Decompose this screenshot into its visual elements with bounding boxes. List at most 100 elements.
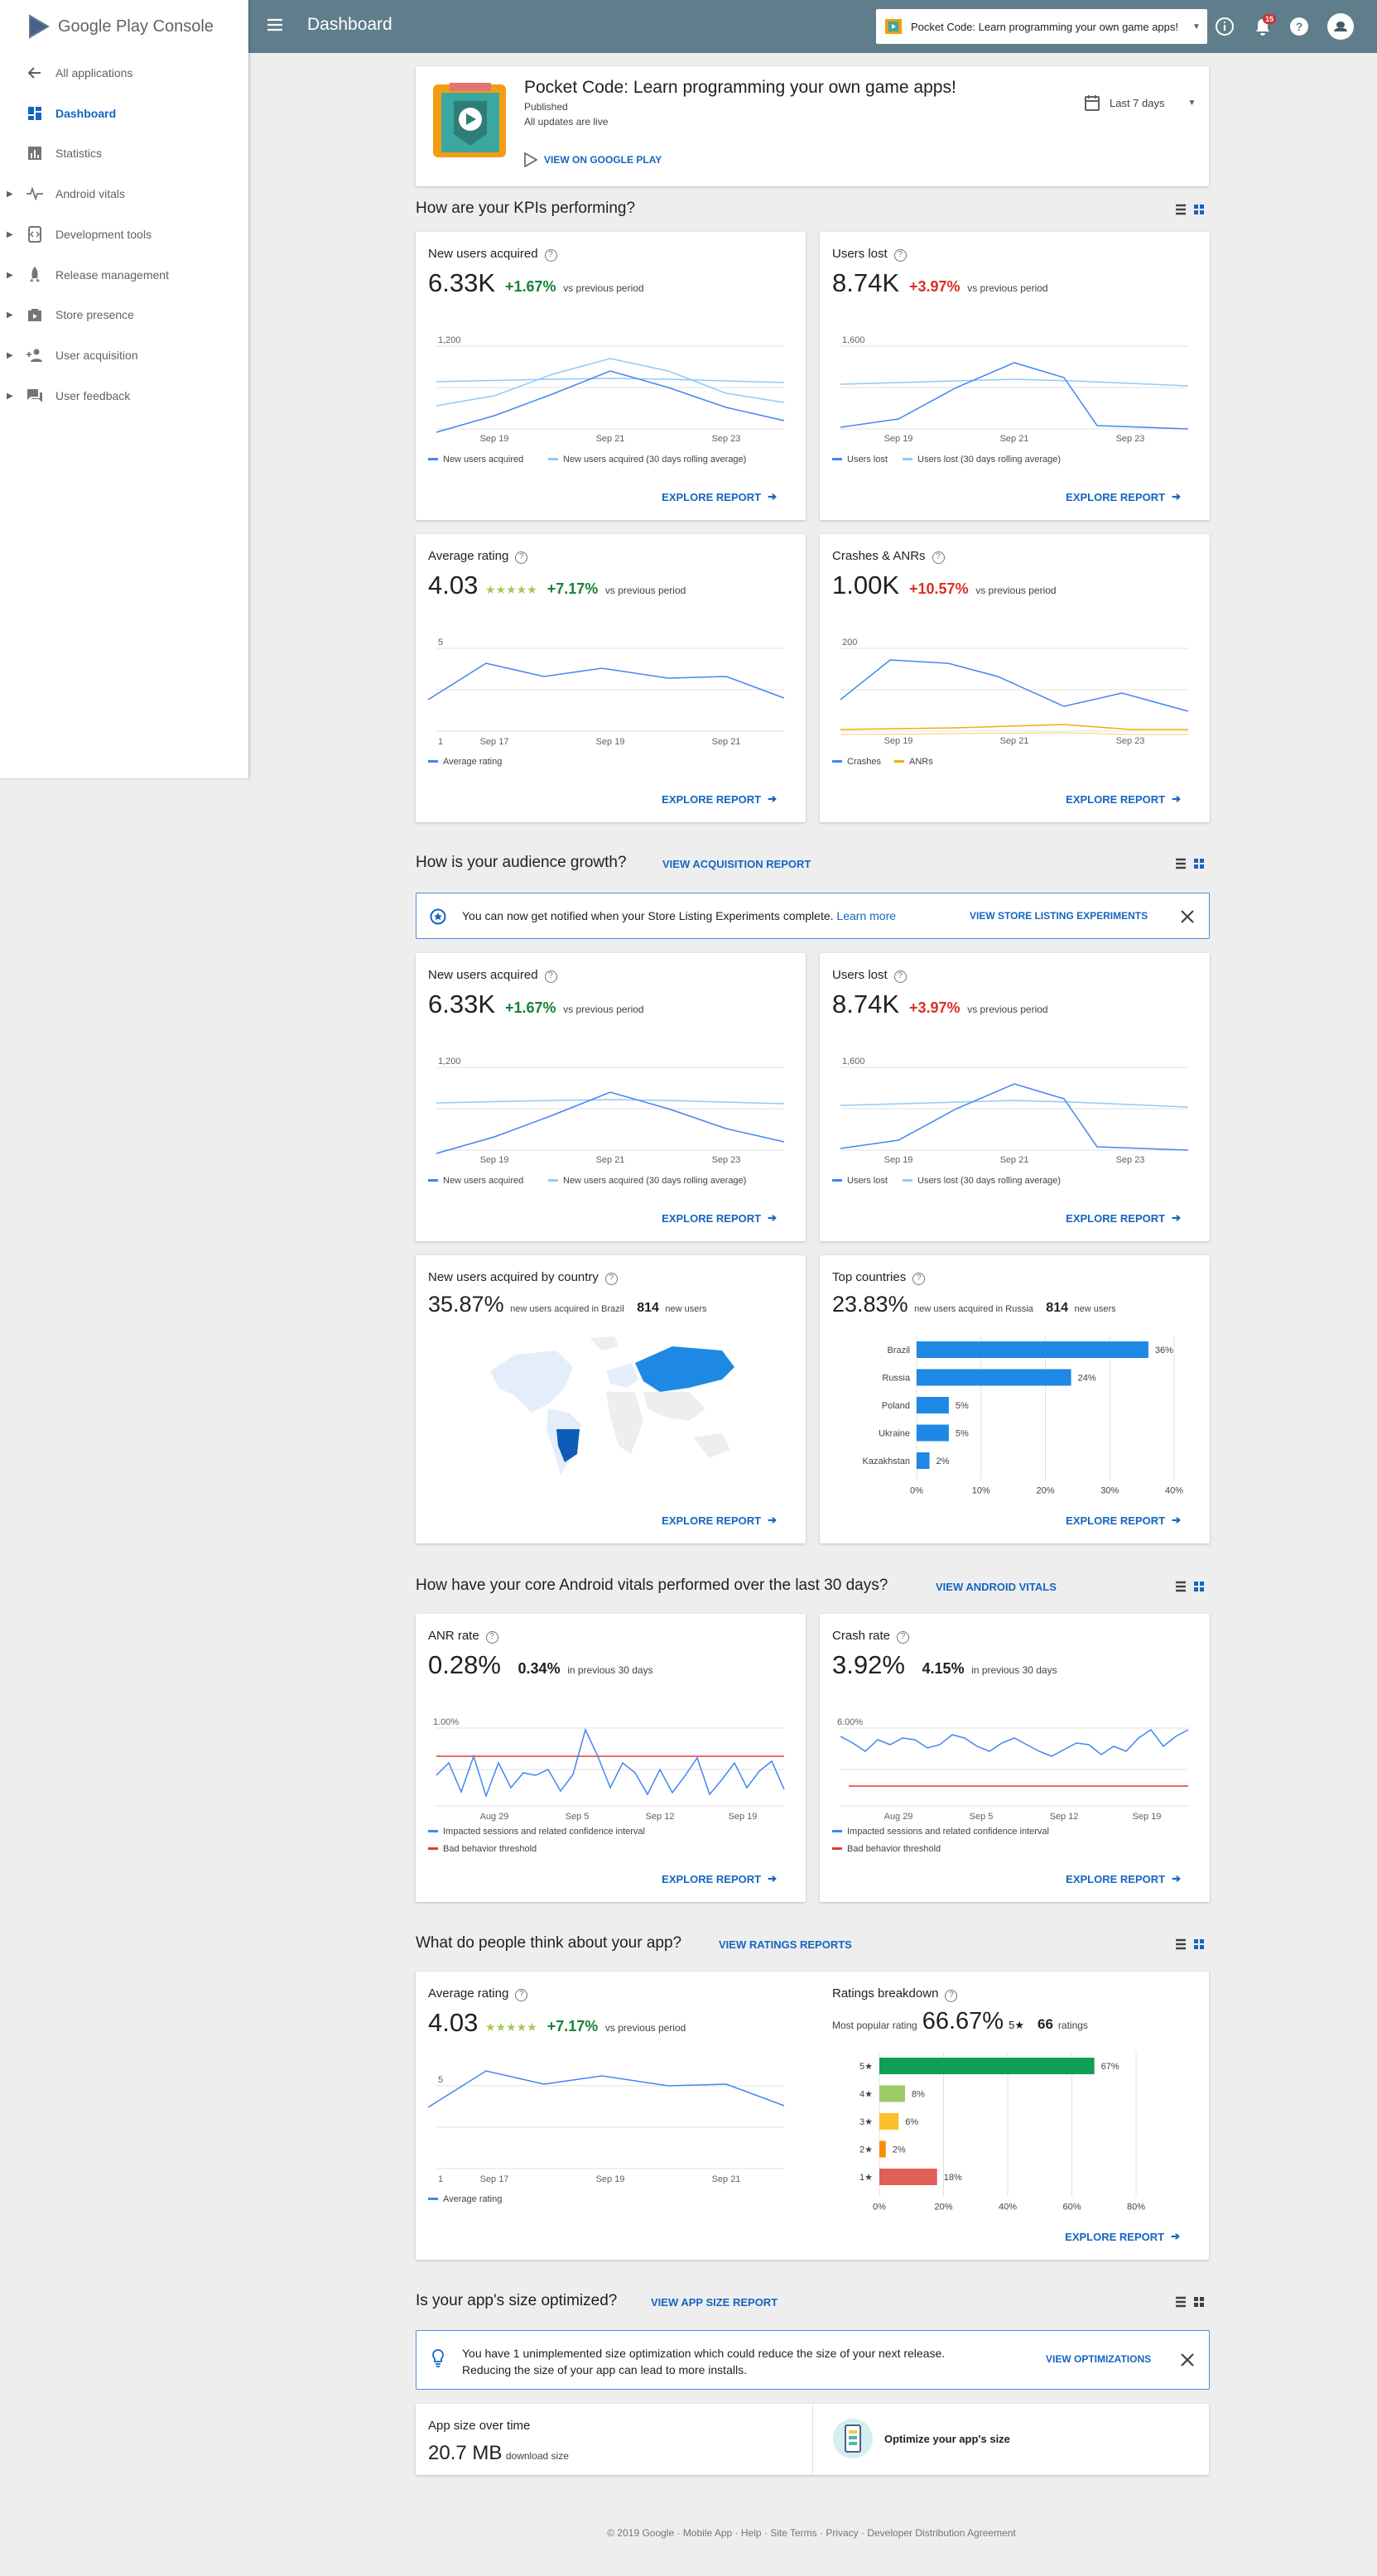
grid-view-icon[interactable] — [1194, 205, 1204, 214]
expand-arrow-icon[interactable]: ▶ — [7, 271, 13, 280]
info-icon[interactable] — [1214, 16, 1235, 37]
explore-report-link[interactable]: EXPLORE REPORT ➔ — [662, 1211, 777, 1225]
card-title: New users acquired? — [428, 247, 557, 262]
explore-report-link[interactable]: EXPLORE REPORT ➔ — [1066, 792, 1181, 806]
view-toggle[interactable] — [1176, 857, 1209, 870]
sidebar-item-user-acquisition[interactable]: ▶ User acquisition — [0, 337, 248, 373]
audience-card-new-users: New users acquired? 6.33K +1.67% vs previ… — [416, 953, 806, 1241]
sidebar-item-release-management[interactable]: ▶ Release management — [0, 257, 248, 293]
explore-report-link[interactable]: EXPLORE REPORT ➔ — [1065, 2230, 1180, 2243]
explore-report-link[interactable]: EXPLORE REPORT ➔ — [1066, 1514, 1181, 1527]
view-on-google-play-link[interactable]: VIEW ON GOOGLE PLAY — [524, 152, 662, 167]
sidebar-item-statistics[interactable]: Statistics — [0, 135, 248, 171]
audience-card-top-countries: Top countries? 23.83% new users acquired… — [820, 1255, 1210, 1543]
bar[interactable] — [917, 1369, 1071, 1386]
help-icon[interactable]: ? — [897, 1631, 910, 1644]
help-icon[interactable]: ? — [912, 1273, 926, 1285]
bar[interactable] — [917, 1424, 949, 1442]
y-axis-label: 5 — [438, 2075, 443, 2085]
kpi-value-row: 8.74K +3.97% vs previous period — [832, 268, 1048, 297]
bar[interactable] — [917, 1341, 1148, 1358]
menu-icon[interactable] — [267, 17, 283, 33]
sidebar-item-dashboard[interactable]: Dashboard — [0, 95, 248, 132]
app-selector[interactable]: Pocket Code: Learn programming your own … — [876, 9, 1207, 44]
sidebar-item-android-vitals[interactable]: ▶ Android vitals — [0, 176, 248, 212]
help-icon[interactable]: ? — [1288, 16, 1310, 37]
help-icon[interactable]: ? — [893, 249, 907, 262]
bar[interactable] — [879, 2113, 899, 2130]
expand-arrow-icon[interactable]: ▶ — [7, 230, 13, 239]
sidebar-item-store-presence[interactable]: ▶ Store presence — [0, 296, 248, 333]
view-store-listing-experiments-button[interactable]: VIEW STORE LISTING EXPERIMENTS — [970, 910, 1148, 922]
explore-report-link[interactable]: EXPLORE REPORT ➔ — [662, 792, 777, 806]
help-icon[interactable]: ? — [485, 1631, 498, 1644]
list-view-icon[interactable] — [1176, 1938, 1186, 1950]
help-icon[interactable]: ? — [544, 249, 557, 262]
avg-line — [436, 378, 785, 383]
close-icon[interactable] — [1180, 2352, 1195, 2367]
list-view-icon[interactable] — [1176, 2296, 1186, 2308]
help-icon[interactable]: ? — [544, 970, 557, 983]
date-range-selector[interactable]: Last 7 days ▼ — [1085, 94, 1196, 111]
view-toggle[interactable] — [1176, 1580, 1209, 1593]
grid-view-icon[interactable] — [1194, 1582, 1204, 1591]
view-optimizations-button[interactable]: VIEW OPTIMIZATIONS — [1046, 2353, 1151, 2365]
view-app-size-report-link[interactable]: VIEW APP SIZE REPORT — [651, 2296, 778, 2309]
kpi-value-row: 4.03 ★★★★★ +7.17% vs previous period — [428, 571, 686, 599]
explore-report-link[interactable]: EXPLORE REPORT ➔ — [1066, 1211, 1181, 1225]
arrow-forward-icon: ➔ — [1171, 2230, 1180, 2242]
view-android-vitals-link[interactable]: VIEW ANDROID VITALS — [936, 1581, 1057, 1593]
x-tick: 60% — [1062, 2203, 1081, 2212]
bar[interactable] — [879, 2169, 937, 2185]
list-view-icon[interactable] — [1176, 858, 1186, 869]
view-toggle[interactable] — [1176, 203, 1209, 216]
grid-view-icon[interactable] — [1194, 859, 1204, 869]
bar[interactable] — [879, 2058, 1095, 2074]
avg-line — [840, 1100, 1189, 1108]
bar[interactable] — [879, 2085, 905, 2102]
help-icon[interactable]: ? — [604, 1273, 618, 1285]
view-toggle[interactable] — [1176, 1938, 1209, 1951]
notifications-button[interactable]: 15 — [1251, 14, 1277, 39]
sidebar-item-development-tools[interactable]: ▶ Development tools — [0, 216, 248, 253]
optimize-app-size-link[interactable]: Optimize your app's size — [833, 2419, 1010, 2458]
help-icon[interactable]: ? — [893, 970, 907, 983]
notice-banner-experiments: You can now get notified when your Store… — [416, 893, 1210, 939]
logo[interactable]: Google Play Console — [0, 0, 248, 53]
view-ratings-reports-link[interactable]: VIEW RATINGS REPORTS — [719, 1938, 852, 1951]
sidebar-item-label: Dashboard — [55, 107, 117, 120]
bar[interactable] — [917, 1452, 930, 1469]
card-title: Crash rate? — [832, 1629, 910, 1644]
bar[interactable] — [917, 1397, 949, 1413]
sidebar-item-all-applications[interactable]: All applications — [0, 55, 248, 91]
line-chart: 1,600 Sep 19 Sep 21 Sep 23 Users lost Us… — [832, 335, 1189, 465]
explore-report-link[interactable]: EXPLORE REPORT ➔ — [662, 490, 777, 503]
help-icon[interactable]: ? — [945, 1990, 958, 2002]
help-icon[interactable]: ? — [515, 551, 528, 564]
grid-view-icon[interactable] — [1194, 2297, 1204, 2307]
explore-report-link[interactable]: EXPLORE REPORT ➔ — [1066, 490, 1181, 503]
close-icon[interactable] — [1180, 909, 1195, 924]
explore-report-link[interactable]: EXPLORE REPORT ➔ — [662, 1872, 777, 1885]
expand-arrow-icon[interactable]: ▶ — [7, 392, 13, 401]
grid-view-icon[interactable] — [1194, 1939, 1204, 1949]
help-icon[interactable]: ? — [932, 551, 945, 564]
expand-arrow-icon[interactable]: ▶ — [7, 311, 13, 320]
avatar[interactable] — [1327, 13, 1354, 40]
explore-report-link[interactable]: EXPLORE REPORT ➔ — [1066, 1872, 1181, 1885]
list-view-icon[interactable] — [1176, 1581, 1186, 1592]
sidebar-item-user-feedback[interactable]: ▶ User feedback — [0, 378, 248, 414]
footer: © 2019 Google · Mobile App · Help · Site… — [607, 2527, 1016, 2539]
view-toggle[interactable] — [1176, 2295, 1209, 2309]
learn-more-link[interactable]: Learn more — [836, 909, 896, 922]
bar[interactable] — [879, 2140, 886, 2158]
kpi-value-row: 6.33K +1.67% vs previous period — [428, 268, 644, 297]
expand-arrow-icon[interactable]: ▶ — [7, 351, 13, 360]
help-icon[interactable]: ? — [515, 1989, 528, 2001]
explore-report-link[interactable]: EXPLORE REPORT ➔ — [662, 1514, 777, 1527]
view-acquisition-report-link[interactable]: VIEW ACQUISITION REPORT — [662, 858, 811, 870]
series-line — [436, 1727, 785, 1798]
kpi-value-row: 1.00K +10.57% vs previous period — [832, 571, 1057, 599]
expand-arrow-icon[interactable]: ▶ — [7, 190, 13, 199]
list-view-icon[interactable] — [1176, 204, 1186, 215]
